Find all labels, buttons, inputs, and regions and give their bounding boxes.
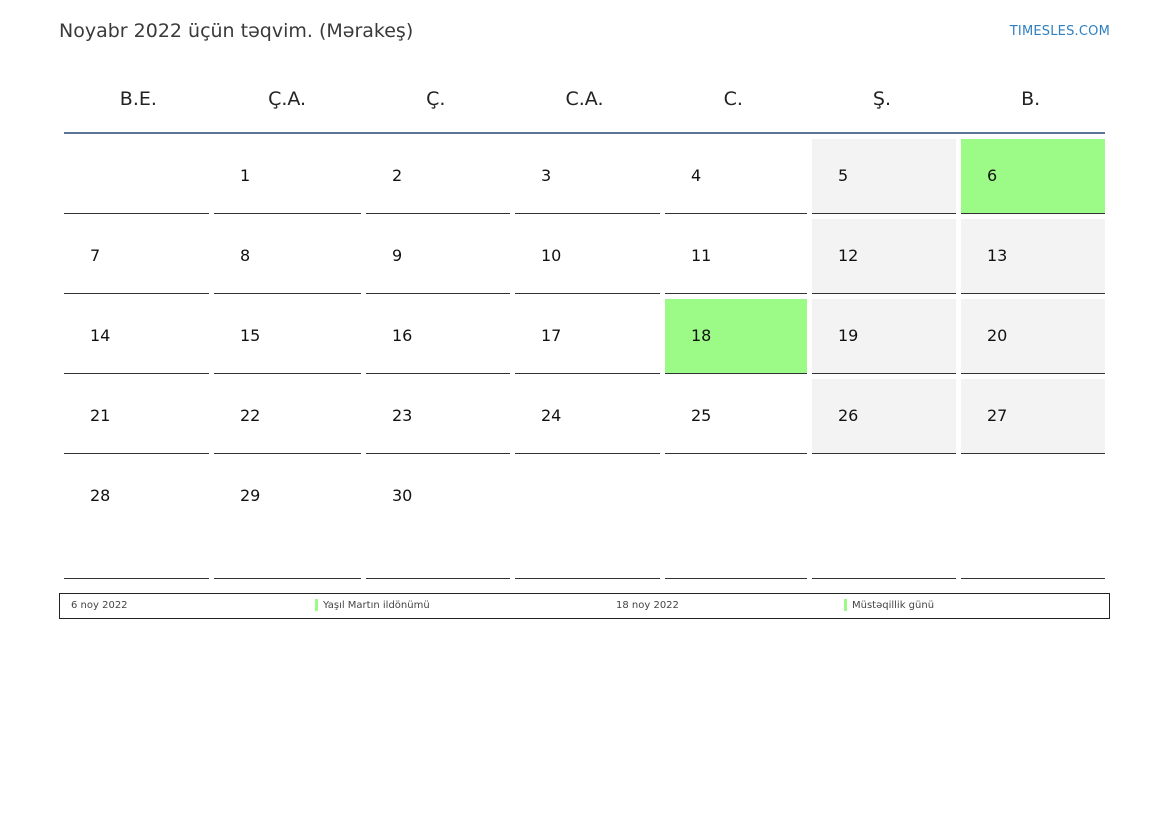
day-number: 23 xyxy=(392,406,413,425)
week-row: 21 22 23 24 25 26 27 xyxy=(64,379,1105,459)
day-cell: 19 xyxy=(812,299,956,374)
week-row: 7 8 9 10 11 12 13 xyxy=(64,219,1105,299)
day-number: 29 xyxy=(240,486,261,505)
day-cell: 4 xyxy=(665,139,807,214)
legend-holiday-name: Yaşıl Martın ildönümü xyxy=(323,600,430,611)
day-number: 2 xyxy=(392,166,403,185)
week-row: 28 29 30 xyxy=(64,459,1105,584)
site-link[interactable]: TIMESLES.COM xyxy=(1010,24,1110,39)
day-cell: 28 xyxy=(64,459,209,579)
calendar: B.E. Ç.A. Ç. C.A. C. Ş. B. 1 2 3 4 5 6 7 8 9 10 11… xyxy=(64,76,1105,584)
day-number: 3 xyxy=(541,166,552,185)
day-number: 17 xyxy=(541,326,562,345)
day-number: 26 xyxy=(838,406,859,425)
weekday-label: Ç.A. xyxy=(268,88,307,110)
day-cell: 29 xyxy=(214,459,361,579)
week-row: 1 2 3 4 5 6 xyxy=(64,139,1105,219)
day-number: 8 xyxy=(240,246,251,265)
day-number: 27 xyxy=(987,406,1008,425)
day-number: 13 xyxy=(987,246,1008,265)
day-cell: 8 xyxy=(214,219,361,294)
day-cell: 21 xyxy=(64,379,209,454)
day-cell: 10 xyxy=(515,219,660,294)
day-cell-empty xyxy=(64,139,209,214)
day-cell: 26 xyxy=(812,379,956,454)
day-number: 15 xyxy=(240,326,261,345)
day-cell: 25 xyxy=(665,379,807,454)
day-cell-holiday: 18 xyxy=(665,299,807,374)
day-number: 22 xyxy=(240,406,261,425)
day-cell-empty xyxy=(812,459,956,579)
day-cell: 5 xyxy=(812,139,956,214)
day-number: 16 xyxy=(392,326,413,345)
day-cell: 9 xyxy=(366,219,510,294)
day-cell: 27 xyxy=(961,379,1105,454)
day-number: 25 xyxy=(691,406,712,425)
day-cell: 17 xyxy=(515,299,660,374)
weekday-label: Ş. xyxy=(872,88,891,110)
day-number: 28 xyxy=(90,486,111,505)
day-number: 1 xyxy=(240,166,251,185)
legend-color-marker xyxy=(315,599,318,611)
day-number: 21 xyxy=(90,406,111,425)
day-cell: 14 xyxy=(64,299,209,374)
day-cell: 20 xyxy=(961,299,1105,374)
weekday-label: B.E. xyxy=(119,88,157,110)
legend-date: 18 noy 2022 xyxy=(616,600,679,611)
day-cell-holiday: 6 xyxy=(961,139,1105,214)
day-cell: 15 xyxy=(214,299,361,374)
day-cell: 2 xyxy=(366,139,510,214)
day-number: 6 xyxy=(987,166,998,185)
day-cell: 11 xyxy=(665,219,807,294)
day-cell-empty xyxy=(515,459,660,579)
day-number: 11 xyxy=(691,246,712,265)
day-cell: 7 xyxy=(64,219,209,294)
legend-holiday-name: Müstəqillik günü xyxy=(852,600,935,611)
day-number: 12 xyxy=(838,246,859,265)
day-number: 7 xyxy=(90,246,101,265)
day-number: 18 xyxy=(691,326,712,345)
day-cell: 12 xyxy=(812,219,956,294)
legend-color-marker xyxy=(844,599,847,611)
legend-date: 6 noy 2022 xyxy=(71,600,128,611)
weekday-label: Ç. xyxy=(426,88,446,110)
day-cell-empty xyxy=(961,459,1105,579)
day-number: 9 xyxy=(392,246,403,265)
day-number: 20 xyxy=(987,326,1008,345)
day-number: 19 xyxy=(838,326,859,345)
page-title: Noyabr 2022 üçün təqvim. (Mərakeş) xyxy=(59,20,414,42)
day-cell: 13 xyxy=(961,219,1105,294)
day-number: 5 xyxy=(838,166,849,185)
day-number: 10 xyxy=(541,246,562,265)
day-cell-empty xyxy=(665,459,807,579)
day-cell: 24 xyxy=(515,379,660,454)
day-grid: 1 2 3 4 5 6 7 8 9 10 11 12 13 14 15 16 17 18 19 20 21 22 23 24 2… xyxy=(64,134,1105,584)
day-number: 24 xyxy=(541,406,562,425)
day-cell: 3 xyxy=(515,139,660,214)
day-cell: 30 xyxy=(366,459,510,579)
weekday-label: C.A. xyxy=(565,88,604,110)
day-cell: 16 xyxy=(366,299,510,374)
weekday-header: B.E. Ç.A. Ç. C.A. C. Ş. B. xyxy=(64,76,1105,134)
holiday-legend: 6 noy 2022 Yaşıl Martın ildönümü 18 noy … xyxy=(59,593,1110,619)
day-number: 14 xyxy=(90,326,111,345)
day-number: 30 xyxy=(392,486,413,505)
day-cell: 1 xyxy=(214,139,361,214)
weekday-label: B. xyxy=(1021,88,1041,110)
day-cell: 22 xyxy=(214,379,361,454)
day-number: 4 xyxy=(691,166,702,185)
weekday-label: C. xyxy=(723,88,743,110)
day-cell: 23 xyxy=(366,379,510,454)
week-row: 14 15 16 17 18 19 20 xyxy=(64,299,1105,379)
